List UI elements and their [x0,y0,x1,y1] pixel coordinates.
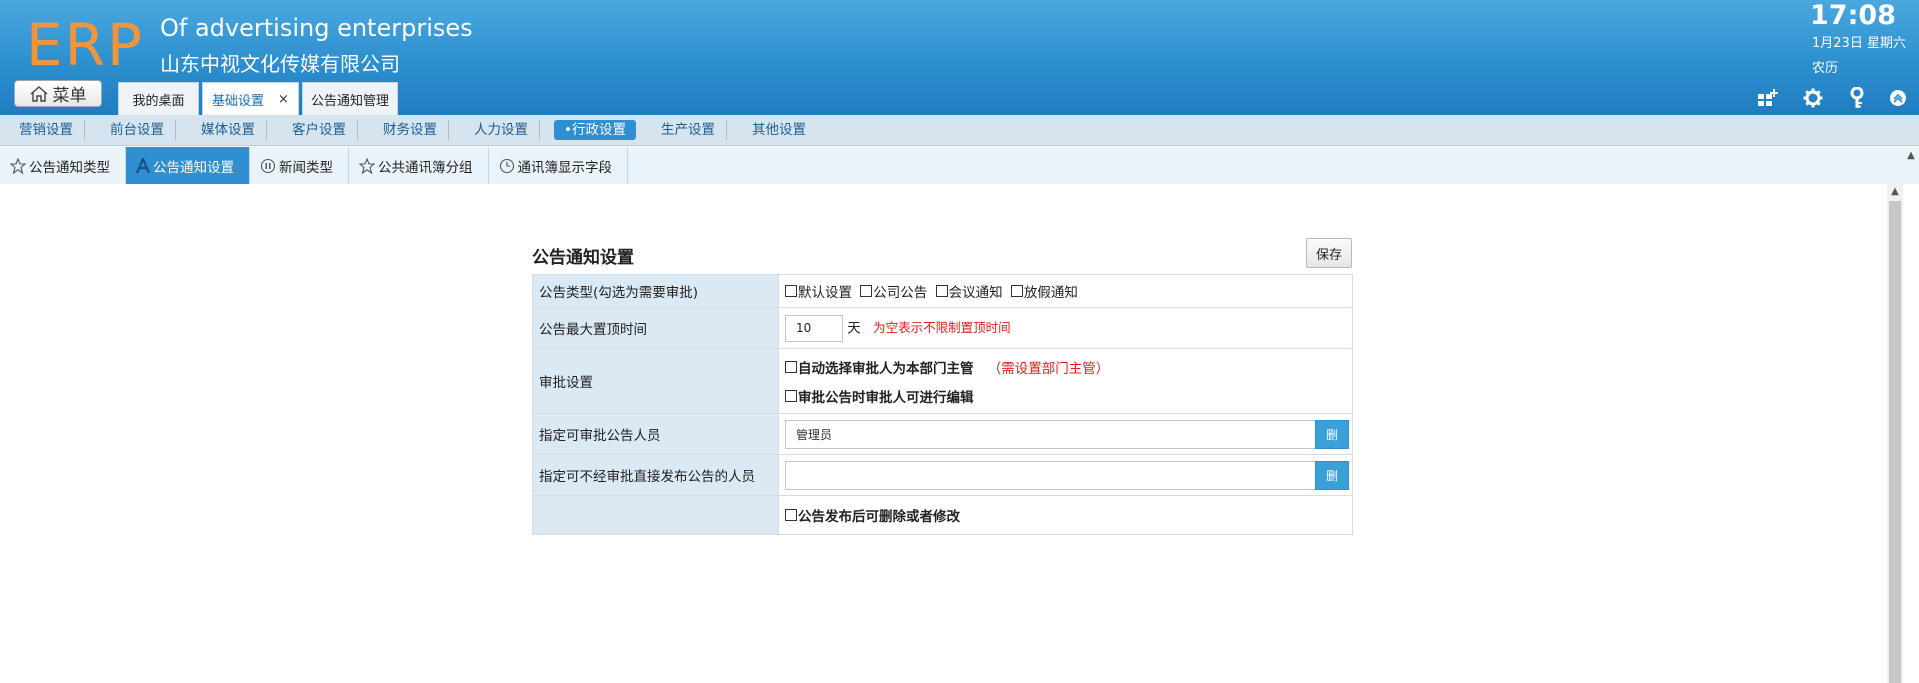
main-menu-label: 菜单 [52,86,87,106]
subtab-label: 公告通知类型 [29,159,110,176]
collapse-up-icon[interactable] [1885,85,1911,111]
row-label [532,495,779,535]
row-label: 公告最大置顶时间 [532,307,779,349]
checkbox-label: 默认设置 [798,285,852,301]
subtab-label: 公告通知设置 [153,159,234,176]
dept-head-hint: （需设置部门主管） [987,360,1110,377]
checkbox-box[interactable] [785,360,797,373]
max-top-days-input[interactable] [785,314,843,342]
form-row-direct-publish: 指定可不经审批直接发布公告的人员 删 [532,454,1353,496]
subtab-notice-type[interactable]: 公告通知类型 [0,147,126,184]
company-name-en: Of advertising enterprises [160,14,473,42]
gear-icon[interactable] [1800,85,1826,111]
company-name-cn: 山东中视文化传媒有限公司 [160,52,400,76]
form-row-notice-type: 公告类型(勾选为需要审批) 默认设置 公司公告 会议通知 放假通知 [532,274,1353,308]
tab-notice-management[interactable]: 公告通知管理 [302,82,398,115]
tab-label: 我的桌面 [132,93,185,109]
form-row-max-top: 公告最大置顶时间 天 为空表示不限制置顶时间 [532,307,1353,349]
home-icon [30,85,47,102]
category-customer[interactable]: 客户设置 [281,120,358,140]
clock-date: 1月23日 星期六 [1812,36,1906,51]
checkbox-editable-after-publish[interactable]: 公告发布后可删除或者修改 [785,505,960,525]
checkbox-box[interactable] [785,285,797,297]
row-label: 公告类型(勾选为需要审批) [532,274,779,308]
category-nav: 营销设置 前台设置 媒体设置 客户设置 财务设置 人力设置 •行政设置 生产设置… [0,115,1919,146]
clock-time: 17:08 [1810,0,1896,31]
row-label: 审批设置 [532,348,779,414]
checkbox-company-notice[interactable]: 公司公告 [860,281,927,301]
scroll-thumb[interactable] [1889,201,1901,683]
tab-label: 公告通知管理 [310,93,389,109]
checkbox-default-setting[interactable]: 默认设置 [785,281,852,301]
scroll-up-arrow[interactable]: ▲ [1887,184,1903,200]
pause-circle-icon [260,158,276,174]
subtab-address-book-fields[interactable]: 通讯簿显示字段 [489,147,628,184]
direct-publish-delete-button[interactable]: 删 [1315,460,1349,490]
subtab-news-type[interactable]: 新闻类型 [250,147,349,184]
lunar-calendar-link[interactable]: 农历 [1812,57,1838,76]
checkbox-label: 公司公告 [873,285,928,301]
subtab-label: 新闻类型 [279,159,333,176]
star-icon [10,157,26,174]
checkbox-auto-dept-head[interactable]: 自动选择审批人为本部门主管 [785,357,974,377]
days-unit: 天 [847,320,861,336]
category-other[interactable]: 其他设置 [741,120,817,140]
form-row-approvers: 指定可审批公告人员 删 [532,413,1353,455]
checkbox-box[interactable] [785,509,797,521]
category-production[interactable]: 生产设置 [650,120,727,140]
form-row-editable: 公告发布后可删除或者修改 [532,495,1353,535]
direct-publish-input[interactable] [785,460,1315,490]
approvers-delete-button[interactable]: 删 [1315,419,1349,449]
clock-icon [499,158,515,174]
checkbox-box[interactable] [1010,285,1023,297]
category-admin[interactable]: •行政设置 [554,120,636,140]
category-finance[interactable]: 财务设置 [372,120,449,140]
app-header: ERP Of advertising enterprises 山东中视文化传媒有… [0,0,1919,115]
outer-scroll-up-arrow[interactable]: ▲ [1903,150,1919,164]
row-label: 指定可不经审批直接发布公告的人员 [532,454,779,496]
checkbox-meeting-notice[interactable]: 会议通知 [935,281,1003,301]
main-menu-button[interactable]: 菜单 [14,80,102,107]
subtab-notice-settings[interactable]: 公告通知设置 [126,147,250,184]
close-icon[interactable]: × [278,92,289,107]
key-icon[interactable] [1844,85,1870,111]
checkbox-holiday-notice[interactable]: 放假通知 [1010,281,1078,301]
grid-add-icon[interactable] [1755,85,1781,111]
checkbox-box[interactable] [785,389,797,402]
checkbox-label: 公告发布后可删除或者修改 [798,509,960,525]
tab-basic-settings[interactable]: 基础设置 × [202,82,299,115]
tab-my-desktop[interactable]: 我的桌面 [118,82,199,115]
category-media[interactable]: 媒体设置 [190,120,267,140]
category-hr[interactable]: 人力设置 [463,120,540,140]
category-marketing[interactable]: 营销设置 [8,120,85,140]
checkbox-label: 放假通知 [1023,285,1078,301]
save-button[interactable]: 保存 [1306,238,1352,268]
font-a-icon [136,157,150,174]
vertical-scrollbar[interactable]: ▲ [1887,184,1903,683]
star-icon [359,157,375,174]
app-logo: ERP [26,11,144,79]
approvers-input[interactable] [785,419,1315,449]
checkbox-label: 审批公告时审批人可进行编辑 [798,389,974,406]
checkbox-label: 自动选择审批人为本部门主管 [798,360,974,377]
sub-tabs: 公告通知类型 公告通知设置 新闻类型 公共通讯簿分组 通讯簿显示字段 [0,147,1919,184]
checkbox-approver-can-edit[interactable]: 审批公告时审批人可进行编辑 [785,386,974,406]
category-front-desk[interactable]: 前台设置 [99,120,176,140]
tab-label: 基础设置 [212,93,265,109]
form-row-approval: 审批设置 自动选择审批人为本部门主管 （需设置部门主管） 审批公告时审批人可进行… [532,348,1353,414]
subtab-address-book-groups[interactable]: 公共通讯簿分组 [349,147,489,184]
checkbox-label: 会议通知 [948,285,1003,301]
settings-form: 公告类型(勾选为需要审批) 默认设置 公司公告 会议通知 放假通知 公告最大置顶… [532,274,1353,535]
subtab-label: 公共通讯簿分组 [378,159,473,176]
checkbox-box[interactable] [935,285,948,297]
checkbox-box[interactable] [860,285,873,297]
max-top-hint: 为空表示不限制置顶时间 [873,320,1011,335]
row-label: 指定可审批公告人员 [532,413,779,455]
panel-title: 公告通知设置 [532,248,634,268]
subtab-label: 通讯簿显示字段 [517,159,613,176]
